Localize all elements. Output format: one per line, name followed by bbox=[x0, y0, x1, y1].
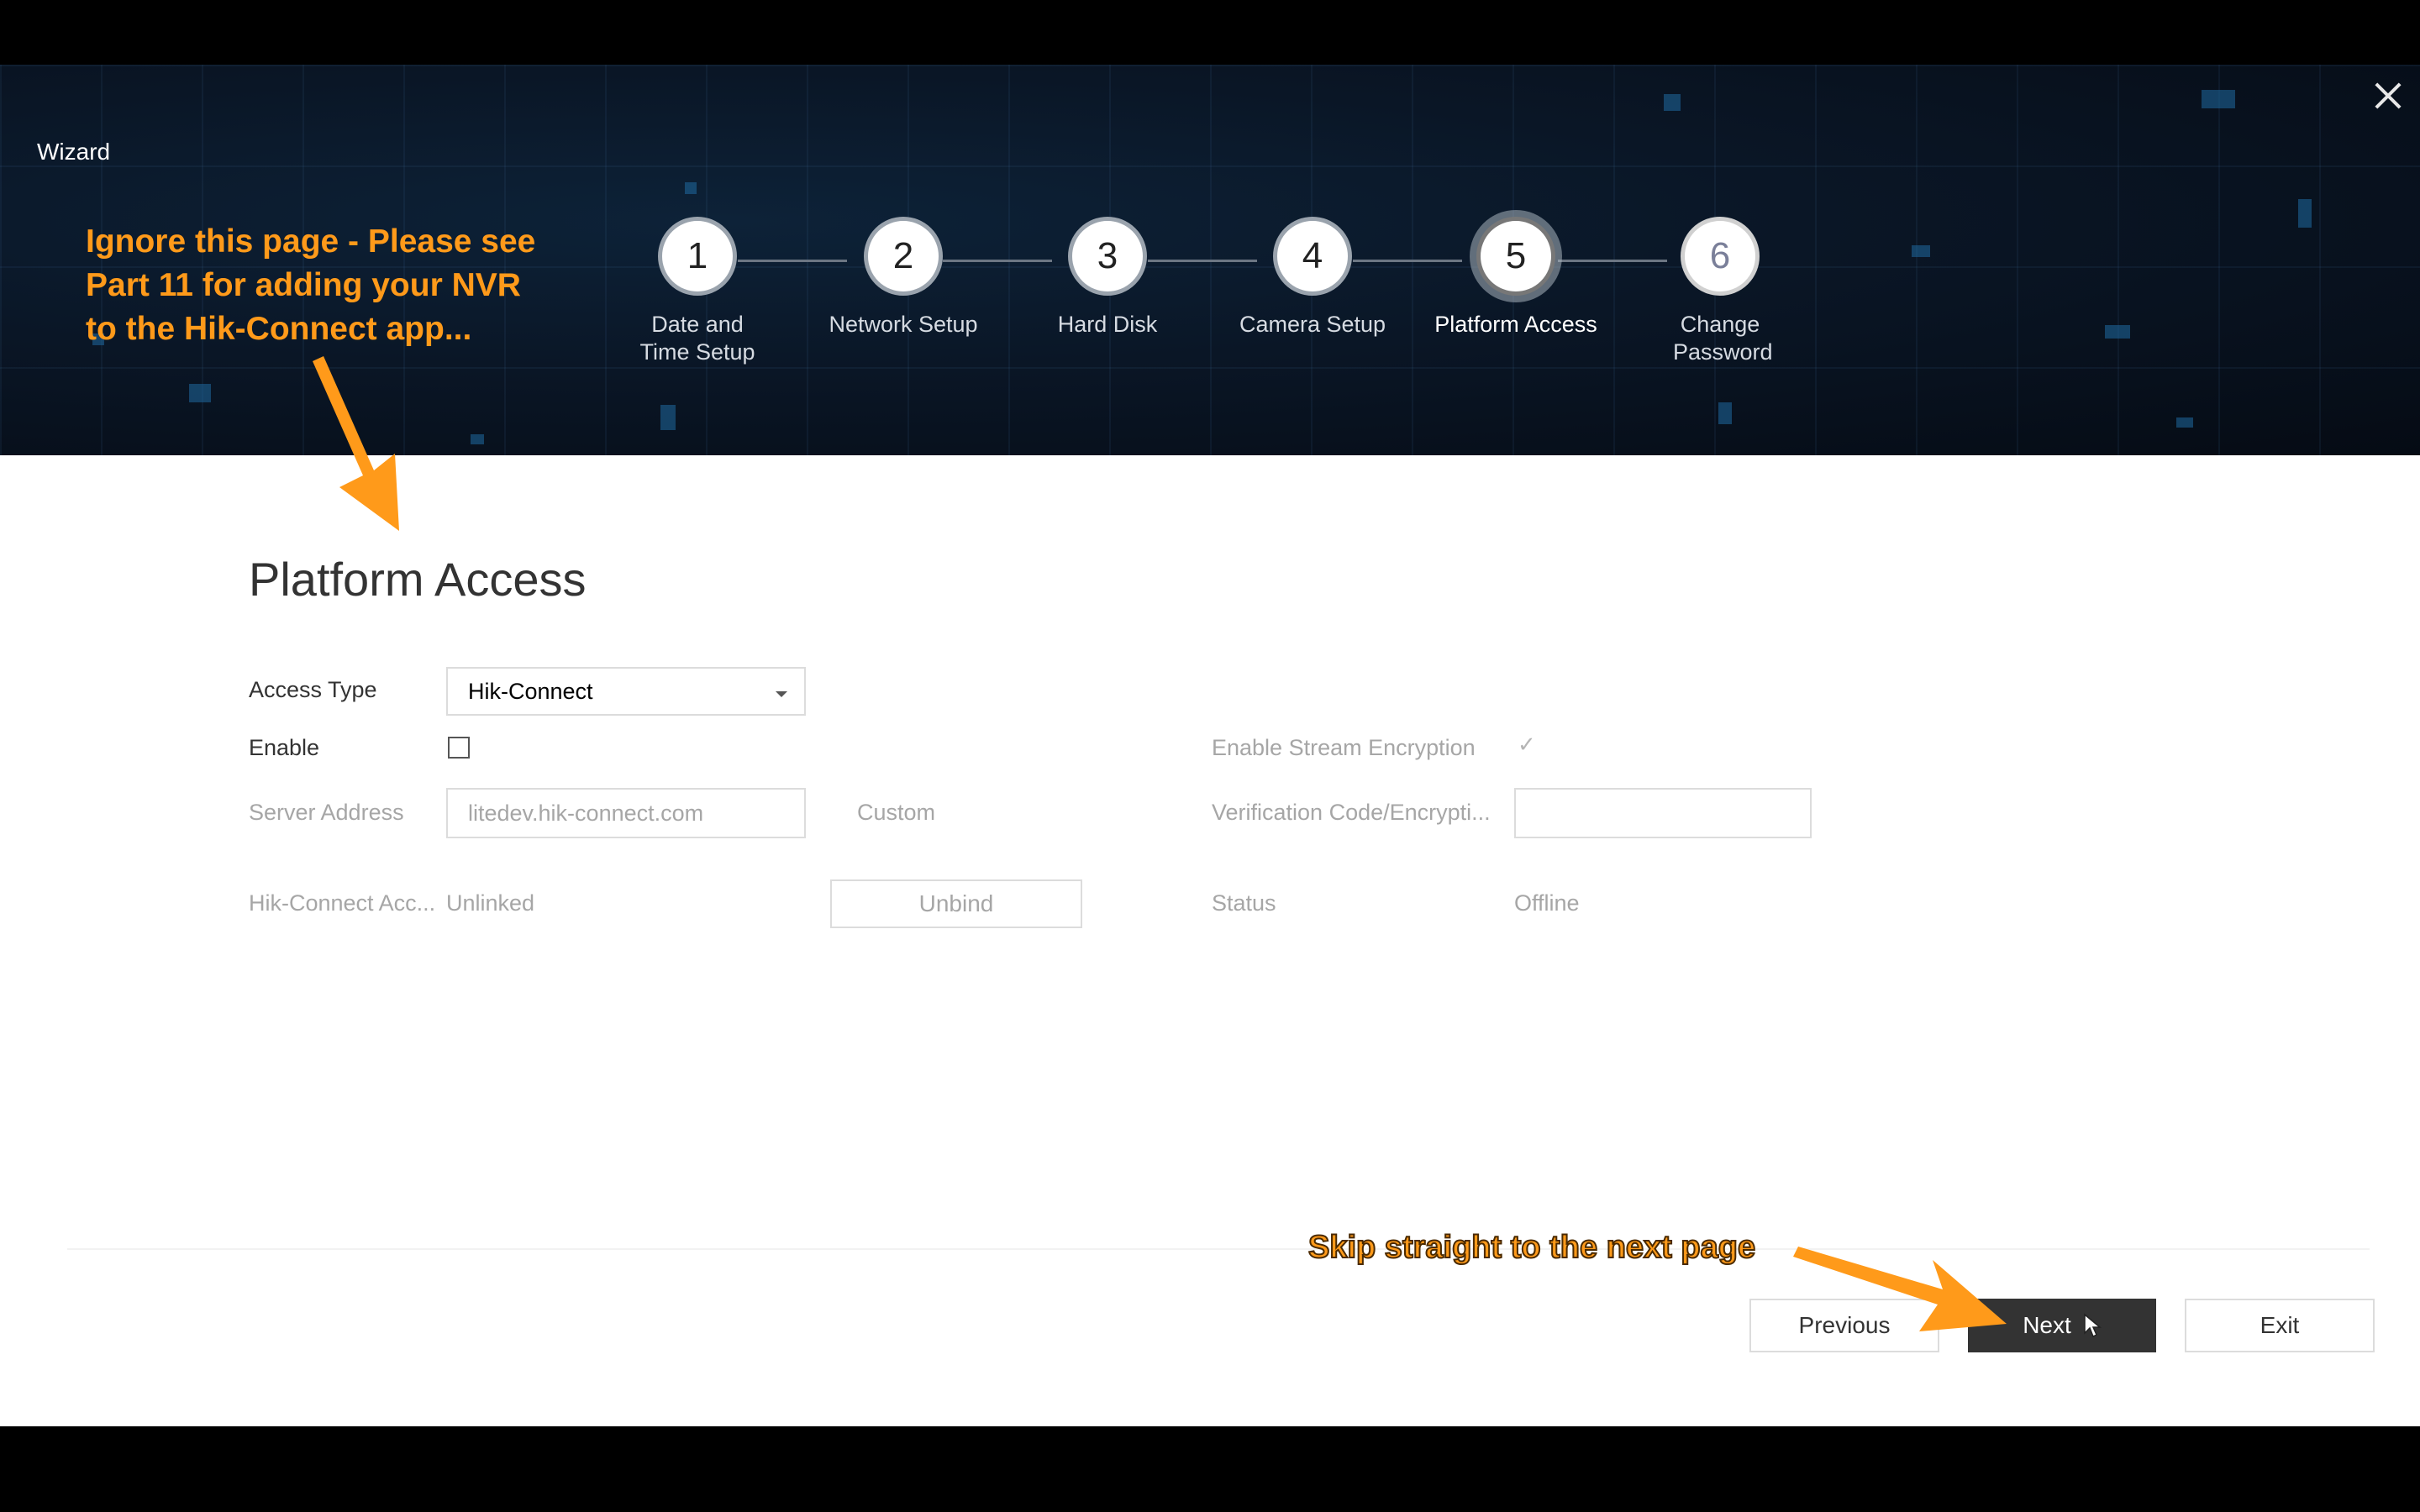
enable-checkbox[interactable] bbox=[448, 737, 470, 759]
wizard-content: Platform Access Access Type Hik-Connect … bbox=[0, 455, 2420, 1426]
server-address-input[interactable]: litedev.hik-connect.com bbox=[446, 788, 806, 838]
step-number: 5 bbox=[1476, 217, 1555, 296]
access-type-label: Access Type bbox=[249, 677, 377, 702]
step-number: 3 bbox=[1068, 217, 1147, 296]
server-address-label: Server Address bbox=[249, 800, 404, 825]
step-number: 2 bbox=[864, 217, 943, 296]
next-button-label: Next bbox=[2023, 1312, 2071, 1338]
wizard-step-network[interactable]: 2 Network Setup bbox=[811, 217, 996, 339]
annotation-line: Ignore this page - Please see bbox=[86, 223, 536, 260]
top-letterbox bbox=[0, 0, 2420, 65]
wizard-step-camera[interactable]: 4 Camera Setup bbox=[1220, 217, 1405, 339]
verification-code-label: Verification Code/Encrypti... bbox=[1212, 800, 1491, 825]
enable-stream-encryption-label: Enable Stream Encryption bbox=[1212, 735, 1476, 760]
verification-code-input[interactable] bbox=[1514, 788, 1812, 838]
wizard-step-hard-disk[interactable]: 3 Hard Disk bbox=[1015, 217, 1200, 339]
status-value: Offline bbox=[1514, 890, 1580, 916]
access-type-value: Hik-Connect bbox=[468, 678, 593, 704]
previous-button[interactable]: Previous bbox=[1749, 1299, 1939, 1352]
step-label: Hard Disk bbox=[1057, 312, 1158, 337]
step-label: Change Password bbox=[1673, 312, 1773, 365]
step-label: Network Setup bbox=[829, 312, 978, 337]
annotation-line: to the Hik-Connect app... bbox=[86, 311, 472, 347]
step-label: Camera Setup bbox=[1239, 312, 1386, 337]
step-number: 1 bbox=[658, 217, 737, 296]
enable-label: Enable bbox=[249, 735, 320, 760]
bottom-letterbox bbox=[0, 1426, 2420, 1512]
chevron-down-icon bbox=[776, 691, 787, 697]
access-type-select[interactable]: Hik-Connect bbox=[446, 667, 806, 716]
status-label: Status bbox=[1212, 890, 1276, 916]
step-label: Date and Time Setup bbox=[639, 312, 755, 365]
custom-label[interactable]: Custom bbox=[857, 800, 935, 826]
hik-connect-account-value: Unlinked bbox=[446, 890, 535, 916]
hik-connect-account-label: Hik-Connect Acc... bbox=[249, 890, 436, 916]
unbind-button[interactable]: Unbind bbox=[830, 879, 1082, 928]
close-icon[interactable] bbox=[2371, 79, 2405, 113]
wizard-step-date-time[interactable]: 1 Date and Time Setup bbox=[605, 217, 790, 366]
footer-divider bbox=[67, 1248, 2370, 1250]
step-number: 6 bbox=[1681, 217, 1760, 296]
step-number: 4 bbox=[1273, 217, 1352, 296]
annotation-line: Part 11 for adding your NVR bbox=[86, 267, 521, 303]
annotation-top-note: Ignore this page - Please see Part 11 fo… bbox=[86, 220, 535, 351]
check-icon[interactable]: ✓ bbox=[1518, 732, 1536, 758]
wizard-step-platform-access[interactable]: 5 Platform Access bbox=[1423, 217, 1608, 339]
mouse-pointer-icon bbox=[2084, 1313, 2102, 1338]
exit-button[interactable]: Exit bbox=[2185, 1299, 2375, 1352]
window-title: Wizard bbox=[37, 139, 111, 165]
page-title: Platform Access bbox=[249, 553, 587, 606]
server-address-value: litedev.hik-connect.com bbox=[468, 800, 704, 826]
wizard-step-change-password[interactable]: 6 Change Password bbox=[1628, 217, 1812, 366]
step-label: Platform Access bbox=[1434, 312, 1597, 337]
annotation-bottom-note: Skip straight to the next page bbox=[1307, 1229, 1756, 1266]
next-button[interactable]: Next bbox=[1968, 1299, 2156, 1352]
